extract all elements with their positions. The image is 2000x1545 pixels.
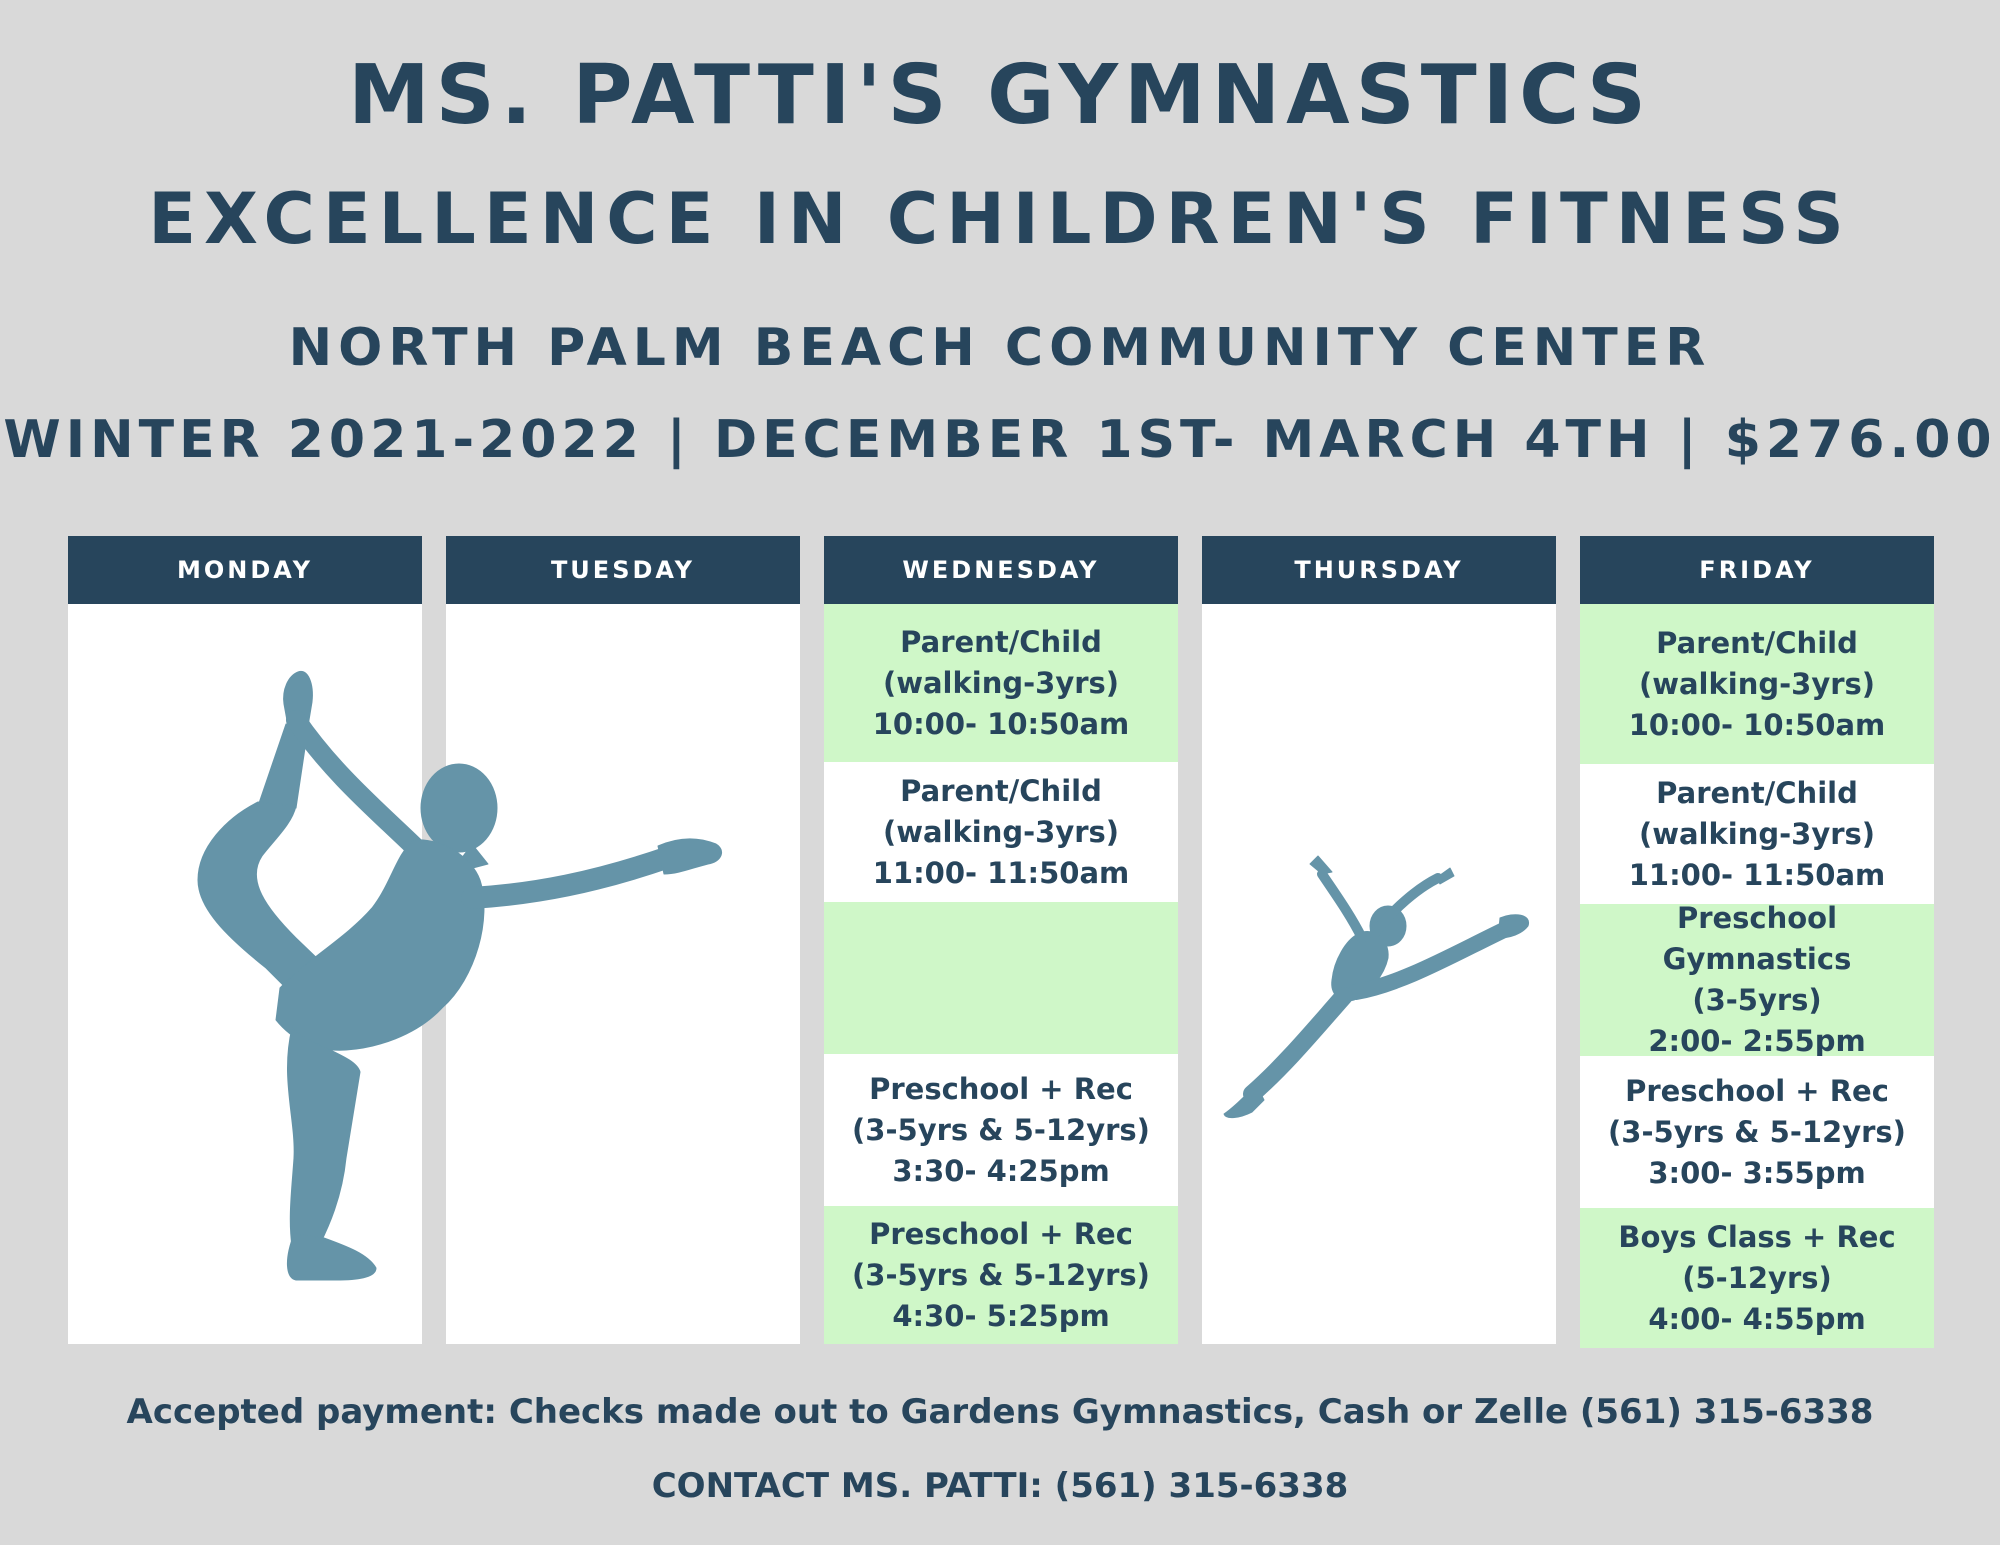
class-slot: Preschool + Rec (3-5yrs & 5-12yrs) 3:00-…	[1580, 1056, 1934, 1208]
column-header-friday: FRIDAY	[1580, 536, 1934, 604]
class-name: Parent/Child	[900, 624, 1102, 659]
class-ages: (3-5yrs & 5-12yrs)	[1608, 1114, 1906, 1149]
column-friday: FRIDAY Parent/Child (walking-3yrs) 10:00…	[1580, 536, 1934, 1348]
class-name: Parent/Child	[900, 773, 1102, 808]
page-subtitle: EXCELLENCE IN CHILDREN'S FITNESS	[148, 178, 1852, 260]
class-ages: (3-5yrs & 5-12yrs)	[852, 1257, 1150, 1292]
page-title: MS. PATTI'S GYMNASTICS	[348, 48, 1652, 143]
class-ages: (walking-3yrs)	[1638, 816, 1876, 851]
class-slot: Parent/Child (walking-3yrs) 11:00- 11:50…	[824, 762, 1178, 902]
class-slot: Boys Class + Rec (5-12yrs) 4:00- 4:55pm	[1580, 1208, 1934, 1348]
class-time: 11:00- 11:50am	[1628, 857, 1886, 892]
class-ages: (3-5yrs & 5-12yrs)	[852, 1112, 1150, 1147]
column-header-monday: MONDAY	[68, 536, 422, 604]
dancer-silhouette-icon	[197, 670, 723, 1281]
class-slot: Preschool + Rec (3-5yrs & 5-12yrs) 3:30-…	[824, 1054, 1178, 1206]
column-body-wednesday: Parent/Child (walking-3yrs) 10:00- 10:50…	[824, 604, 1178, 1344]
class-time: 4:30- 5:25pm	[892, 1298, 1110, 1333]
class-name: Parent/Child	[1656, 625, 1858, 660]
class-slot: Preschool + Rec (3-5yrs & 5-12yrs) 4:30-…	[824, 1206, 1178, 1344]
class-ages: (walking-3yrs)	[1638, 666, 1876, 701]
class-time: 4:00- 4:55pm	[1648, 1301, 1866, 1336]
class-time: 10:00- 10:50am	[872, 706, 1130, 741]
class-ages: (3-5yrs)	[1692, 983, 1822, 1017]
column-header-tuesday: TUESDAY	[446, 536, 800, 604]
class-slot: Parent/Child (walking-3yrs) 10:00- 10:50…	[1580, 604, 1934, 764]
class-name: Preschool + Rec	[869, 1216, 1133, 1251]
class-name: Preschool + Rec	[869, 1071, 1133, 1106]
class-ages: (walking-3yrs)	[882, 814, 1120, 849]
column-header-thursday: THURSDAY	[1202, 536, 1556, 604]
class-slot: Parent/Child (walking-3yrs) 11:00- 11:50…	[1580, 764, 1934, 904]
payment-info: Accepted payment: Checks made out to Gar…	[126, 1392, 1874, 1432]
contact-info: CONTACT MS. PATTI: (561) 315-6338	[651, 1466, 1349, 1506]
class-name: Preschool + Rec	[1625, 1073, 1889, 1108]
class-time: 3:30- 4:25pm	[892, 1153, 1110, 1188]
class-time: 3:00- 3:55pm	[1648, 1155, 1866, 1190]
class-name: Boys Class + Rec	[1618, 1219, 1896, 1254]
class-name: Parent/Child	[1656, 775, 1858, 810]
empty-slot	[824, 902, 1178, 1054]
leaping-gymnast-silhouette-icon	[1223, 855, 1530, 1119]
class-name: Preschool Gymnastics	[1662, 901, 1852, 976]
class-time: 10:00- 10:50am	[1628, 707, 1886, 742]
column-body-friday: Parent/Child (walking-3yrs) 10:00- 10:50…	[1580, 604, 1934, 1348]
class-time: 11:00- 11:50am	[872, 855, 1130, 890]
class-slot: Parent/Child (walking-3yrs) 10:00- 10:50…	[824, 604, 1178, 762]
class-ages: (walking-3yrs)	[882, 665, 1120, 700]
column-wednesday: WEDNESDAY Parent/Child (walking-3yrs) 10…	[824, 536, 1178, 1344]
location-heading: NORTH PALM BEACH COMMUNITY CENTER	[288, 318, 1712, 378]
column-header-wednesday: WEDNESDAY	[824, 536, 1178, 604]
class-ages: (5-12yrs)	[1682, 1260, 1832, 1295]
session-info: WINTER 2021-2022 | DECEMBER 1ST- MARCH 4…	[3, 410, 1997, 470]
class-slot: Preschool Gymnastics (3-5yrs) 2:00- 2:55…	[1580, 901, 1934, 1058]
